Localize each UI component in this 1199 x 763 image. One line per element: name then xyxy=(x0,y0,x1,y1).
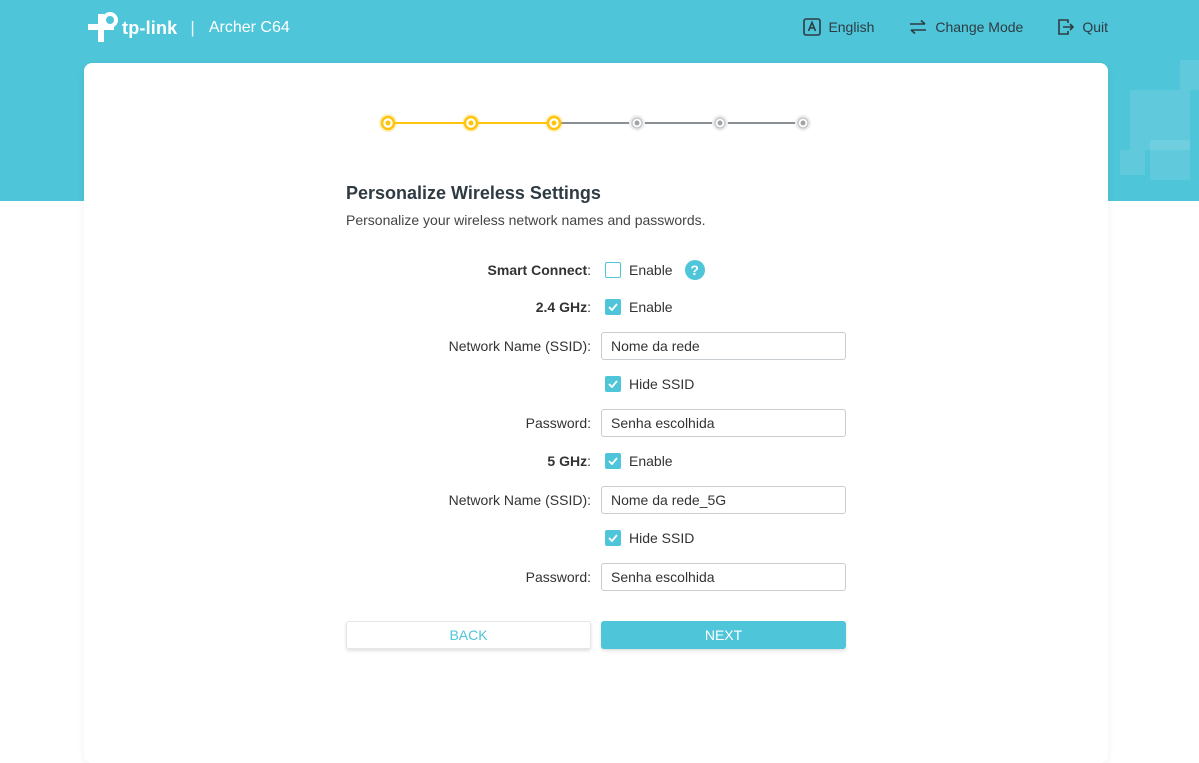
progress-stepper xyxy=(379,114,811,132)
step-dot-completed xyxy=(462,114,480,132)
tp-link-logo[interactable]: tp-link | Archer C64 xyxy=(84,10,290,46)
step-dot-pending xyxy=(712,115,728,131)
swap-arrows-icon xyxy=(910,19,927,35)
checkmark-icon xyxy=(608,457,618,465)
step-dot-completed xyxy=(379,114,397,132)
band-24-enable-checkbox[interactable] xyxy=(605,299,621,315)
top-bar: tp-link | Archer C64 English Change Mode… xyxy=(0,0,1199,62)
band-5-password-label: Password: xyxy=(525,569,591,585)
tp-link-logo-icon xyxy=(88,12,118,42)
language-link[interactable]: English xyxy=(803,18,874,36)
band-5-ssid-input[interactable] xyxy=(601,486,846,514)
language-icon xyxy=(803,18,822,36)
band-5-hide-ssid-checkbox[interactable] xyxy=(605,530,621,546)
smart-connect-enable-label: Enable xyxy=(629,262,673,278)
smart-connect-row: Smart Connect: Enable ? xyxy=(84,256,1108,284)
band-5-enable-checkbox[interactable] xyxy=(605,453,621,469)
quit-label: Quit xyxy=(1082,19,1108,35)
checkmark-icon xyxy=(608,380,618,388)
band-5-ssid-label: Network Name (SSID): xyxy=(448,492,591,508)
band-24-password-label: Password: xyxy=(525,415,591,431)
setup-card: Personalize Wireless Settings Personaliz… xyxy=(84,63,1108,763)
band-5-password-input[interactable] xyxy=(601,563,846,591)
band-24-ssid-row: Network Name (SSID): xyxy=(84,332,1108,360)
help-icon[interactable]: ? xyxy=(684,260,705,280)
band-24-hide-ssid-label: Hide SSID xyxy=(629,376,695,392)
change-mode-link[interactable]: Change Mode xyxy=(908,19,1023,35)
smart-connect-label: Smart Connect: xyxy=(487,262,591,278)
band-24-ssid-label: Network Name (SSID): xyxy=(448,338,591,354)
band-5-hide-ssid-row: Hide SSID xyxy=(84,524,1108,552)
band-24-row: 2.4 GHz: Enable xyxy=(84,293,1108,321)
quit-link[interactable]: Quit xyxy=(1057,18,1108,36)
header-nav: English Change Mode Quit xyxy=(769,18,1108,36)
next-button[interactable]: NEXT xyxy=(601,621,846,649)
band-5-row: 5 GHz: Enable xyxy=(84,447,1108,475)
change-mode-label: Change Mode xyxy=(935,19,1024,35)
checkmark-icon xyxy=(608,534,618,542)
smart-connect-checkbox[interactable] xyxy=(605,262,621,278)
page-subtitle: Personalize your wireless network names … xyxy=(346,212,706,228)
step-dot-pending xyxy=(795,115,811,131)
language-label: English xyxy=(828,19,875,35)
band-24-enable-label: Enable xyxy=(629,299,673,315)
band-24-password-row: Password: xyxy=(84,409,1108,437)
band-5-enable-label: Enable xyxy=(629,453,673,469)
back-button[interactable]: BACK xyxy=(346,621,591,649)
band-5-label: 5 GHz: xyxy=(547,453,591,469)
band-24-hide-ssid-checkbox[interactable] xyxy=(605,376,621,392)
step-dot-completed xyxy=(545,114,563,132)
band-5-password-row: Password: xyxy=(84,563,1108,591)
brand-name: tp-link xyxy=(122,17,178,38)
band-24-password-input[interactable] xyxy=(601,409,846,437)
band-24-hide-ssid-row: Hide SSID xyxy=(84,370,1108,398)
step-dot-pending xyxy=(629,115,645,131)
band-5-hide-ssid-label: Hide SSID xyxy=(629,530,695,546)
page-title: Personalize Wireless Settings xyxy=(346,183,601,203)
band-24-label: 2.4 GHz: xyxy=(535,299,591,315)
exit-icon xyxy=(1058,19,1075,35)
checkmark-icon xyxy=(608,303,618,311)
band-24-ssid-input[interactable] xyxy=(601,332,846,360)
model-name: Archer C64 xyxy=(208,19,290,36)
header-separator: | xyxy=(190,18,195,37)
band-5-ssid-row: Network Name (SSID): xyxy=(84,486,1108,514)
